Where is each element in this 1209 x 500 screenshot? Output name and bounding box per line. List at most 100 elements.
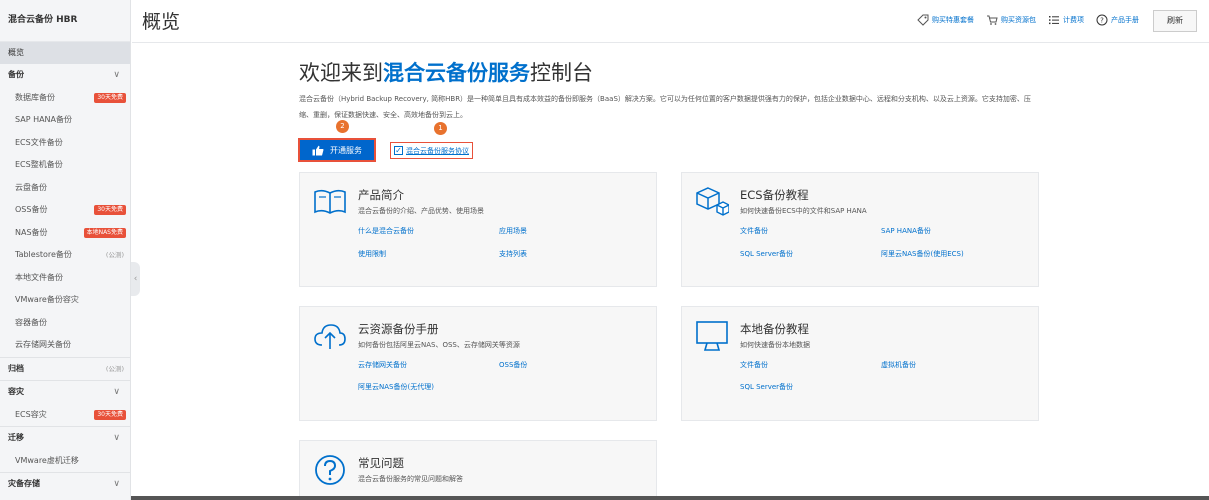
- sidebar-item-label: ECS文件备份: [15, 137, 63, 147]
- sidebar-item-overview[interactable]: 概览: [0, 42, 130, 64]
- card-title: 本地备份教程: [740, 322, 809, 336]
- billing-link[interactable]: 计费项: [1048, 14, 1084, 26]
- sidebar-group[interactable]: 备份 ∨: [0, 64, 130, 87]
- sidebar-item-label: ECS整机备份: [15, 160, 63, 169]
- cube-icon: [696, 187, 729, 216]
- card-link[interactable]: 阿里云NAS备份(无代理): [358, 382, 434, 392]
- sidebar-item-label: 云盘备份: [15, 182, 47, 192]
- sidebar-item-label: 备份: [8, 70, 24, 79]
- tag-icon: [917, 14, 929, 26]
- agreement-checkbox-group[interactable]: ✓ 混合云备份服务协议: [390, 142, 473, 159]
- sidebar-item-label: VMware虚机迁移: [15, 455, 79, 465]
- sidebar-item[interactable]: VMware虚机迁移: [0, 450, 130, 473]
- sidebar: 混合云备份 HBR 概览 备份 ∨ 数据库备份 30天免费 SAP HANA备份 ECS文…: [0, 0, 131, 500]
- welcome-suffix: 控制台: [530, 61, 593, 85]
- card-desc: 混合云备份的介绍、产品优势、使用场景: [358, 207, 484, 215]
- question-icon: [315, 455, 345, 485]
- sidebar-item[interactable]: ECS容灾 30天免费: [0, 404, 130, 427]
- sidebar-item[interactable]: SAP HANA备份: [0, 109, 130, 132]
- page-header: 概览 购买特惠套餐 购买资源包 计费项 ? 产品手册 刷新: [132, 0, 1209, 43]
- product-manual-label: 产品手册: [1111, 16, 1139, 24]
- cloud-upload-icon: [314, 324, 346, 349]
- open-service-button[interactable]: 开通服务: [298, 138, 376, 162]
- card-cloud-backup-manual: 云资源备份手册 如何备份包括阿里云NAS、OSS、云存储网关等资源 云存储网关备…: [299, 306, 657, 421]
- card-link[interactable]: SAP HANA备份: [881, 226, 931, 236]
- sidebar-item-label: 本地文件备份: [15, 272, 63, 282]
- card-ecs-tutorial: ECS备份教程 如何快速备份ECS中的文件和SAP HANA 文件备份 SAP …: [681, 172, 1039, 287]
- sidebar-item[interactable]: 容器备份: [0, 312, 130, 335]
- list-icon: [1049, 16, 1059, 25]
- sidebar-group[interactable]: 归档 (公测): [0, 358, 130, 381]
- sidebar-item-label: 云存储网关备份: [15, 340, 71, 349]
- card-link[interactable]: 虚拟机备份: [881, 360, 916, 370]
- promo-badge: 本地NAS免费: [83, 227, 126, 238]
- sidebar-item[interactable]: Tablestore备份 (公测): [0, 244, 130, 267]
- page-title: 概览: [142, 11, 181, 33]
- sidebar-item[interactable]: ECS整机备份: [0, 154, 130, 177]
- sidebar-group[interactable]: 容灾 ∨: [0, 381, 130, 404]
- sidebar-item[interactable]: 本地文件备份: [0, 267, 130, 290]
- chevron-down-icon[interactable]: ∨: [113, 427, 120, 450]
- sidebar-item-label: VMware备份容灾: [15, 295, 79, 304]
- sidebar-item[interactable]: ECS文件备份: [0, 132, 130, 155]
- sidebar-item[interactable]: 云盘备份: [0, 177, 130, 200]
- buy-package-link[interactable]: 购买特惠套餐: [917, 14, 974, 26]
- card-link[interactable]: 支持列表: [499, 249, 527, 259]
- card-faq: 常见问题 混合云备份服务的常见问题和解答: [299, 440, 657, 500]
- header-links: 购买特惠套餐 购买资源包 计费项 ? 产品手册: [917, 14, 1139, 26]
- sidebar-group[interactable]: 迁移 ∨: [0, 427, 130, 450]
- sidebar-nav: 备份 ∨ 数据库备份 30天免费 SAP HANA备份 ECS文件备份 ECS整机备份 云盘备…: [0, 64, 130, 496]
- sidebar-item[interactable]: 数据库备份 30天免费: [0, 87, 130, 110]
- card-desc: 如何快速备份本地数据: [740, 341, 810, 349]
- card-product-intro: 产品简介 混合云备份的介绍、产品优势、使用场景 什么是混合云备份 应用场景 使用…: [299, 172, 657, 287]
- main-content: 欢迎来到混合云备份服务控制台 混合云备份（Hybrid Backup Recov…: [132, 44, 1209, 500]
- bottom-scrollbar[interactable]: [131, 496, 1209, 500]
- sidebar-item[interactable]: VMware备份容灾: [0, 289, 130, 312]
- card-title: 产品简介: [358, 188, 404, 202]
- agreement-link[interactable]: 混合云备份服务协议: [406, 146, 469, 156]
- card-link[interactable]: 文件备份: [740, 360, 768, 370]
- buy-package-label: 购买特惠套餐: [932, 16, 974, 24]
- card-title: 云资源备份手册: [358, 322, 439, 336]
- sidebar-item-label: ECS容灾: [15, 409, 47, 419]
- card-link[interactable]: 应用场景: [499, 226, 527, 236]
- card-desc: 混合云备份服务的常见问题和解答: [358, 475, 463, 483]
- beta-tag: (公测): [105, 364, 124, 373]
- monitor-icon: [696, 321, 728, 351]
- sidebar-item-label: Tablestore备份: [15, 250, 72, 259]
- sidebar-item[interactable]: 云存储网关备份: [0, 334, 130, 357]
- step-marker-2: 2: [336, 120, 349, 133]
- sidebar-title: 混合云备份 HBR: [0, 0, 130, 42]
- card-link[interactable]: 文件备份: [740, 226, 768, 236]
- beta-tag: (公测): [105, 251, 124, 259]
- card-link[interactable]: 云存储网关备份: [358, 360, 407, 370]
- promo-badge: 30天免费: [94, 92, 126, 103]
- chevron-down-icon[interactable]: ∨: [113, 473, 120, 496]
- card-title: 常见问题: [358, 456, 404, 470]
- step-marker-1: 1: [434, 122, 447, 135]
- card-link[interactable]: 阿里云NAS备份(使用ECS): [881, 249, 964, 259]
- card-link[interactable]: 使用限制: [358, 249, 386, 259]
- sidebar-item-label: 容器备份: [15, 317, 47, 327]
- buy-resource-label: 购买资源包: [1001, 16, 1036, 24]
- card-local-backup-tutorial: 本地备份教程 如何快速备份本地数据 文件备份 虚拟机备份 SQL Server备…: [681, 306, 1039, 421]
- sidebar-item[interactable]: OSS备份 30天免费: [0, 199, 130, 222]
- sidebar-group[interactable]: 灾备存储 ∨: [0, 473, 130, 496]
- card-link[interactable]: OSS备份: [499, 360, 527, 370]
- sidebar-item-label: 数据库备份: [15, 92, 55, 102]
- chevron-down-icon[interactable]: ∨: [113, 64, 120, 87]
- sidebar-item[interactable]: NAS备份 本地NAS免费: [0, 222, 130, 245]
- buy-resource-link[interactable]: 购买资源包: [986, 14, 1036, 26]
- sidebar-item-label: 灾备存储: [8, 479, 40, 488]
- sidebar-item-label: 归档: [8, 363, 24, 373]
- product-manual-link[interactable]: ? 产品手册: [1096, 14, 1139, 26]
- card-link[interactable]: SQL Server备份: [740, 382, 793, 392]
- thumbs-up-icon: [312, 145, 324, 155]
- agreement-checkbox[interactable]: ✓: [394, 146, 403, 155]
- book-icon: [314, 189, 346, 214]
- refresh-button[interactable]: 刷新: [1153, 10, 1197, 32]
- help-icon: ?: [1096, 14, 1108, 26]
- card-link[interactable]: SQL Server备份: [740, 249, 793, 259]
- chevron-down-icon[interactable]: ∨: [113, 381, 120, 404]
- card-link[interactable]: 什么是混合云备份: [358, 226, 414, 236]
